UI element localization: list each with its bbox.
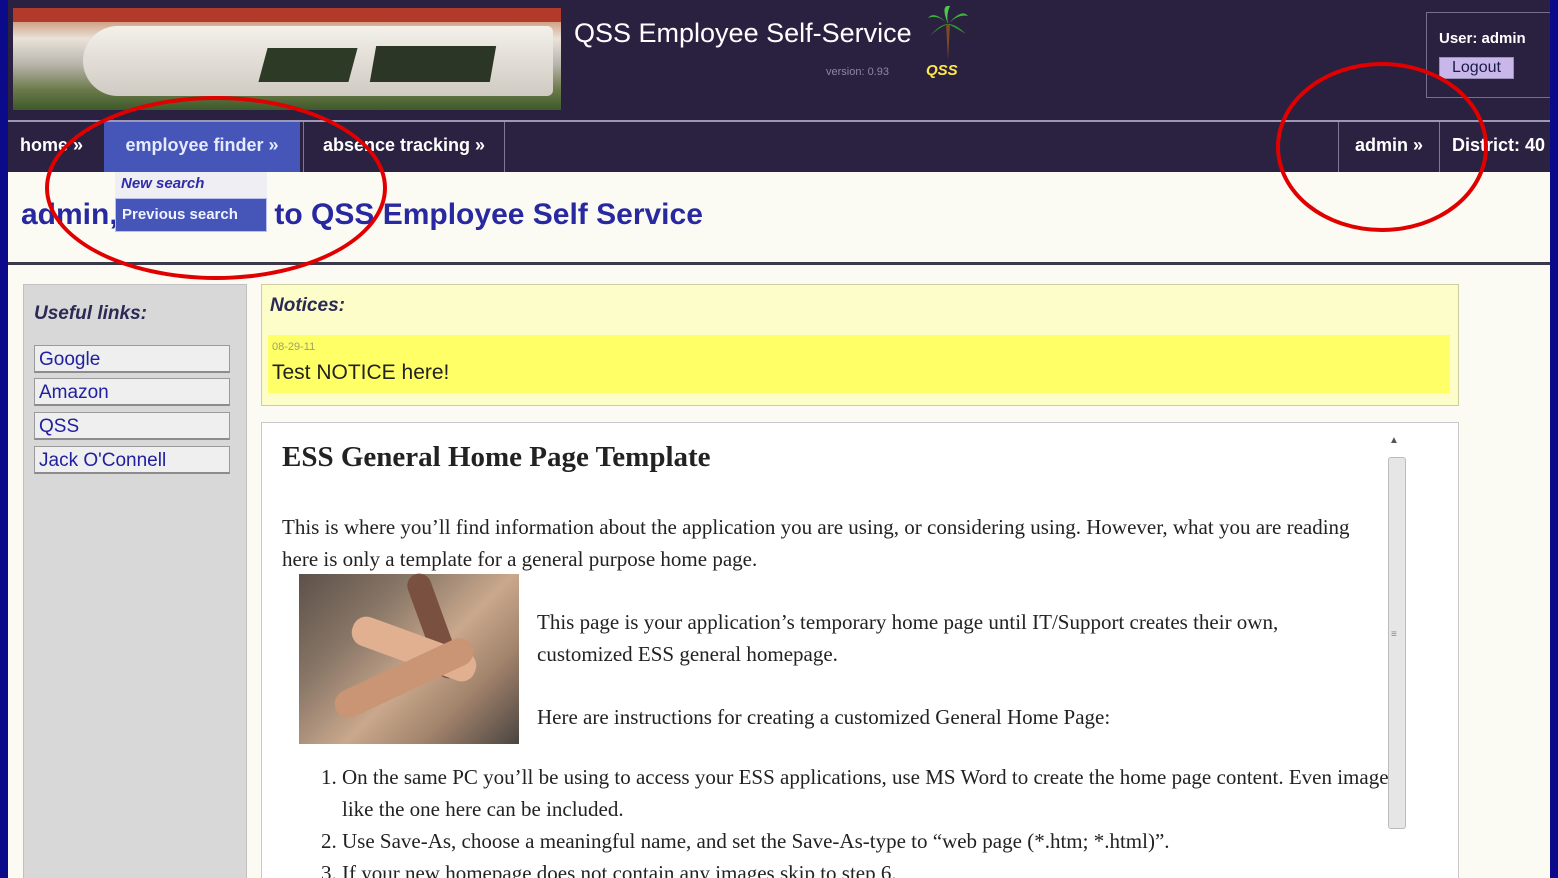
notice-text: Test NOTICE here!: [272, 361, 450, 384]
employee-finder-menu: New search Previous search: [115, 172, 267, 232]
nav-admin[interactable]: admin »: [1338, 122, 1440, 172]
content-intro: This is where you’ll find information ab…: [282, 515, 1350, 571]
nav-home[interactable]: home »: [20, 122, 83, 172]
screen-edge: [1550, 0, 1558, 878]
app-title: QSS Employee Self-Service: [574, 18, 912, 48]
instruction-step: On the same PC you’ll be using to access…: [342, 761, 1412, 825]
home-content-panel: ESS General Home Page Template This is w…: [261, 422, 1459, 878]
user-box: User: admin Logout: [1426, 12, 1550, 98]
content-instructions-intro: Here are instructions for creating a cus…: [537, 705, 1111, 729]
content-scrollbar[interactable]: ▲ ≡: [1386, 431, 1406, 878]
instruction-step: If your new homepage does not contain an…: [342, 857, 1412, 878]
teamwork-hands-image: [299, 570, 519, 744]
useful-links-title: Useful links:: [34, 303, 147, 324]
nav-district[interactable]: District: 40: [1452, 122, 1545, 172]
content-temporary-note: This page is your application’s temporar…: [537, 610, 1279, 666]
welcome-user: admin,: [21, 198, 118, 231]
app-frame: QSS Employee Self-Service version: 0.93 …: [8, 0, 1550, 878]
welcome-text: to QSS Employee Self Service: [274, 198, 703, 231]
nav-bar: home » employee finder » absence trackin…: [8, 122, 1550, 172]
link-google[interactable]: Google: [34, 345, 230, 373]
banner-image: [13, 8, 561, 110]
logout-button[interactable]: Logout: [1439, 57, 1514, 79]
scrollbar-thumb[interactable]: [1388, 457, 1406, 829]
link-jack-oconnell[interactable]: Jack O'Connell: [34, 446, 230, 474]
notice-item: 08-29-11 Test NOTICE here!: [268, 335, 1450, 393]
user-label: User: admin: [1439, 30, 1526, 47]
notices-panel: Notices: 08-29-11 Test NOTICE here!: [261, 284, 1459, 406]
notice-date: 08-29-11: [272, 341, 316, 353]
header: QSS Employee Self-Service version: 0.93 …: [8, 0, 1550, 120]
title-divider: [8, 262, 1550, 265]
menu-item-new-search[interactable]: New search: [115, 172, 267, 198]
useful-links-panel: Useful links: Google Amazon QSS Jack O'C…: [23, 284, 247, 878]
instruction-list: On the same PC you’ll be using to access…: [302, 761, 1412, 878]
link-amazon[interactable]: Amazon: [34, 378, 230, 406]
nav-absence-tracking[interactable]: absence tracking »: [303, 122, 505, 172]
palm-tree-icon: [928, 5, 968, 60]
instruction-step: Use Save-As, choose a meaningful name, a…: [342, 825, 1412, 857]
scroll-grip-icon: ≡: [1391, 629, 1397, 640]
nav-employee-finder[interactable]: employee finder »: [104, 122, 300, 172]
notices-title: Notices:: [270, 295, 345, 316]
version-label: version: 0.93: [826, 66, 889, 78]
content-heading: ESS General Home Page Template: [282, 441, 711, 473]
menu-item-previous-search[interactable]: Previous search: [115, 198, 267, 232]
scroll-up-icon[interactable]: ▲: [1389, 435, 1399, 446]
qss-logo: QSS: [926, 62, 958, 79]
link-qss[interactable]: QSS: [34, 412, 230, 440]
